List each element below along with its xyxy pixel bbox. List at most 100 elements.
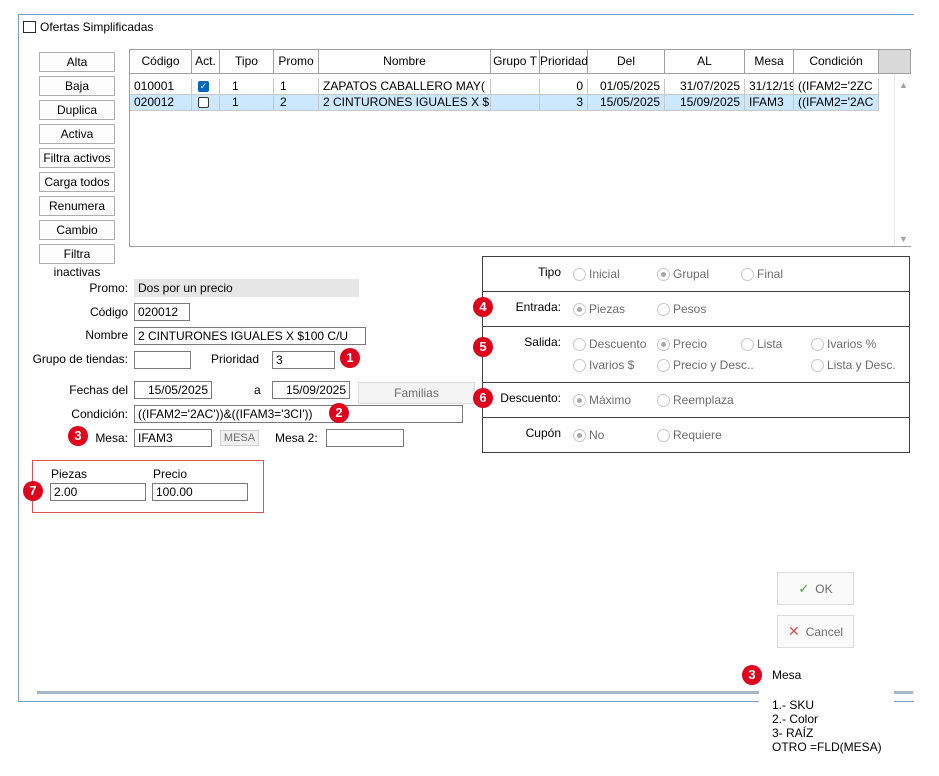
mesa2-label: Mesa 2: bbox=[275, 431, 318, 445]
filtra-inactivas-button[interactable]: Filtra inactivas bbox=[39, 244, 115, 279]
cell-al: 31/07/2025 bbox=[665, 79, 745, 95]
checkbox-checked-icon[interactable]: ✓ bbox=[198, 81, 209, 92]
tipo-grupal-label: Grupal bbox=[673, 267, 710, 281]
close-icon: ✕ bbox=[787, 623, 800, 639]
descuento-maximo-radio[interactable] bbox=[573, 394, 586, 407]
scroll-down-icon[interactable]: ▼ bbox=[899, 234, 908, 244]
cupon-no-radio[interactable] bbox=[573, 429, 586, 442]
salida-group: Salida: Descuento Precio Lista Ivarios %… bbox=[482, 326, 910, 383]
descuento-group: Descuento: Máximo Reemplaza bbox=[482, 382, 910, 418]
piezas-label: Piezas bbox=[51, 467, 88, 481]
salida-ivarios-peso-radio[interactable] bbox=[573, 359, 586, 372]
salida-descuento-radio[interactable] bbox=[573, 338, 586, 351]
condicion-input[interactable]: ((IFAM2='2AC'))&((IFAM3='3CI')) bbox=[134, 405, 463, 423]
col-header-condicion[interactable]: Condición bbox=[794, 50, 879, 74]
tipo-final-label: Final bbox=[757, 267, 784, 281]
salida-precio-desc-radio[interactable] bbox=[657, 359, 670, 372]
salida-lista-radio[interactable] bbox=[741, 338, 754, 351]
window-icon bbox=[23, 21, 36, 33]
tipo-final-radio[interactable] bbox=[741, 268, 754, 281]
cell-mesa: IFAM3 bbox=[745, 95, 794, 111]
annotation-badge-4: 4 bbox=[473, 297, 493, 317]
filtra-activos-button[interactable]: Filtra activos bbox=[39, 148, 115, 168]
precio-input[interactable]: 100.00 bbox=[152, 483, 248, 501]
cupon-requiere-radio[interactable] bbox=[657, 429, 670, 442]
fecha-del-input[interactable]: 15/05/2025 bbox=[134, 381, 212, 399]
tipo-grupal-radio[interactable] bbox=[657, 268, 670, 281]
codigo-input[interactable]: 020012 bbox=[134, 303, 190, 321]
col-header-del[interactable]: Del bbox=[588, 50, 665, 74]
duplica-button[interactable]: Duplica bbox=[39, 100, 115, 120]
mesa2-input[interactable] bbox=[326, 429, 404, 447]
col-header-nombre[interactable]: Nombre bbox=[319, 50, 491, 74]
col-header-codigo[interactable]: Código bbox=[130, 50, 192, 74]
col-header-promo[interactable]: Promo bbox=[274, 50, 319, 74]
descuento-maximo-label: Máximo bbox=[589, 393, 632, 407]
familias-button[interactable]: Familias bbox=[358, 382, 475, 404]
cell-al: 15/09/2025 bbox=[665, 95, 745, 111]
entrada-piezas-label: Piezas bbox=[589, 302, 626, 316]
entrada-piezas-radio[interactable] bbox=[573, 303, 586, 316]
col-header-tipo[interactable]: Tipo bbox=[220, 50, 274, 74]
tipo-group: Tipo Inicial Grupal Final bbox=[482, 256, 910, 292]
cell-nombre: 2 CINTURONES IGUALES X $1 bbox=[319, 95, 491, 111]
salida-lista-desc-radio[interactable] bbox=[811, 359, 824, 372]
descuento-reemplaza-radio[interactable] bbox=[657, 394, 670, 407]
tipo-inicial-radio[interactable] bbox=[573, 268, 586, 281]
annotation-badge-3b: 3 bbox=[742, 665, 762, 685]
grid-vertical-scrollbar[interactable]: ▲ ▼ bbox=[894, 74, 911, 246]
nombre-label: Nombre bbox=[85, 328, 128, 342]
piezas-input[interactable]: 2.00 bbox=[50, 483, 146, 501]
baja-button[interactable]: Baja bbox=[39, 76, 115, 96]
codigo-label: Código bbox=[89, 305, 128, 319]
alta-button[interactable]: Alta bbox=[39, 52, 115, 72]
cell-promo: 2 bbox=[274, 95, 319, 111]
grupo-tiendas-input[interactable] bbox=[134, 351, 191, 369]
col-header-mesa[interactable]: Mesa bbox=[745, 50, 794, 74]
scroll-up-icon[interactable]: ▲ bbox=[899, 80, 908, 90]
checkbox-unchecked-icon[interactable] bbox=[198, 97, 209, 108]
cell-promo: 1 bbox=[274, 79, 319, 95]
col-header-act[interactable]: Act. bbox=[192, 50, 220, 74]
cell-tipo: 1 bbox=[220, 79, 274, 95]
cancel-label: Cancel bbox=[805, 625, 844, 639]
annotation-badge-2: 2 bbox=[329, 403, 349, 423]
salida-ivarios-pct-radio[interactable] bbox=[811, 338, 824, 351]
col-header-prioridad[interactable]: Prioridad bbox=[540, 50, 588, 74]
ok-button[interactable]: ✓ OK bbox=[777, 572, 854, 605]
salida-lista-label: Lista bbox=[757, 337, 783, 351]
cupon-label: Cupón bbox=[525, 426, 561, 440]
fecha-al-input[interactable]: 15/09/2025 bbox=[272, 381, 350, 399]
piezas-precio-box: Piezas Precio 2.00 100.00 bbox=[32, 460, 264, 513]
tooltip-lines: 1.- SKU 2.- Color 3- RAÍZ OTRO =FLD(MESA… bbox=[772, 698, 882, 754]
entrada-pesos-radio[interactable] bbox=[657, 303, 670, 316]
salida-lista-desc-label: Lista y Desc. bbox=[827, 358, 896, 372]
renumera-button[interactable]: Renumera bbox=[39, 196, 115, 216]
annotation-badge-7: 7 bbox=[23, 481, 43, 501]
salida-precio-radio[interactable] bbox=[657, 338, 670, 351]
annotation-badge-3: 3 bbox=[68, 426, 88, 446]
mesa-label: Mesa: bbox=[95, 431, 128, 445]
salida-precio-label: Precio bbox=[673, 337, 708, 351]
cancel-button[interactable]: ✕ Cancel bbox=[777, 615, 854, 648]
entrada-pesos-label: Pesos bbox=[673, 302, 707, 316]
carga-todos-button[interactable]: Carga todos bbox=[39, 172, 115, 192]
cambio-button[interactable]: Cambio bbox=[39, 220, 115, 240]
nombre-input[interactable]: 2 CINTURONES IGUALES X $100 C/U bbox=[134, 327, 366, 345]
col-header-al[interactable]: AL bbox=[665, 50, 745, 74]
cell-grupo bbox=[491, 79, 540, 95]
mesa-button[interactable]: MESA bbox=[220, 430, 259, 446]
tooltip-line: 1.- SKU bbox=[772, 698, 815, 712]
a-label: a bbox=[254, 383, 261, 397]
col-header-grupo[interactable]: Grupo T bbox=[491, 50, 540, 74]
activa-button[interactable]: Activa bbox=[39, 124, 115, 144]
cell-nombre: ZAPATOS CABALLERO MAY( bbox=[319, 79, 491, 95]
cell-del: 15/05/2025 bbox=[588, 95, 665, 111]
mesa-input[interactable]: IFAM3 bbox=[134, 429, 212, 447]
entrada-group: Entrada: Piezas Pesos bbox=[482, 291, 910, 327]
ofertas-grid[interactable]: Código Act. Tipo Promo Nombre Grupo T Pr… bbox=[129, 49, 911, 247]
cupon-no-label: No bbox=[589, 428, 605, 442]
cell-prioridad: 3 bbox=[540, 95, 588, 111]
prioridad-input[interactable]: 3 bbox=[272, 351, 335, 369]
cell-codigo: 010001 bbox=[130, 79, 192, 95]
